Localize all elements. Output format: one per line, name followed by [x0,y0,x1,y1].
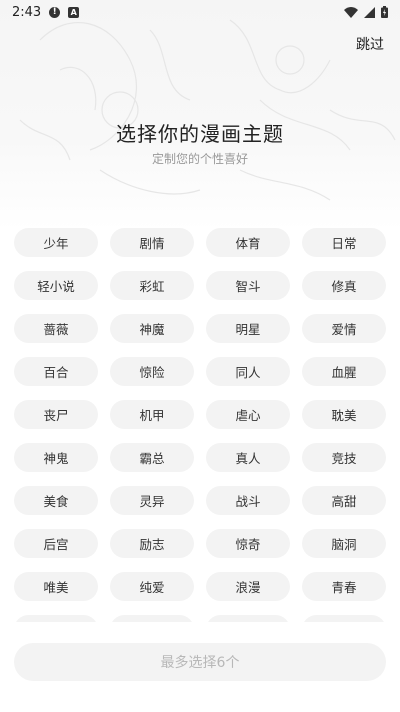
theme-tag[interactable]: 纯爱 [110,572,194,601]
theme-tag[interactable]: 青春 [302,572,386,601]
theme-tag[interactable]: 高甜 [302,486,386,515]
page-subtitle: 定制您的个性喜好 [151,152,248,166]
theme-tag[interactable]: 智斗 [206,271,290,300]
hero-background-illustration [0,0,400,230]
status-bar: 2:43 ! A [0,0,400,24]
alert-circle-icon: ! [49,6,61,18]
theme-tag[interactable]: 浪漫 [206,572,290,601]
theme-tag[interactable]: 丧尸 [14,400,98,429]
page-title: 选择你的漫画主题 [116,122,284,146]
wifi-icon [344,6,358,18]
status-time: 2:43 [12,4,42,20]
theme-tag[interactable]: 惊奇 [206,529,290,558]
theme-tag[interactable]: 励志 [110,529,194,558]
theme-tag[interactable]: 剧情 [110,228,194,257]
theme-tag[interactable]: 轻小说 [14,271,98,300]
theme-tag[interactable]: 战斗 [206,486,290,515]
theme-tag[interactable]: 神魔 [110,314,194,343]
theme-tag[interactable]: 百合 [14,357,98,386]
theme-tag[interactable]: 萌系 [302,615,386,622]
theme-tag[interactable]: 脑洞 [302,529,386,558]
theme-tag[interactable]: 日常 [302,228,386,257]
theme-tag[interactable]: 魔法 [206,615,290,622]
theme-tag[interactable]: 霸总 [110,443,194,472]
battery-icon [381,6,388,18]
confirm-selection-button[interactable]: 最多选择6个 [14,643,386,681]
theme-tag-list[interactable]: 少年 剧情 体育 日常 轻小说 彩虹 智斗 修真 蔷薇 神魔 明星 爱情 百合 … [0,228,400,622]
theme-tag[interactable]: 体育 [206,228,290,257]
theme-tag[interactable]: 后宫 [14,529,98,558]
theme-tag[interactable]: 彩虹 [110,271,194,300]
skip-button[interactable]: 跳过 [356,34,384,54]
theme-tag[interactable]: 明星 [206,314,290,343]
theme-tag[interactable]: 美食 [14,486,98,515]
theme-tag[interactable]: 同人 [206,357,290,386]
theme-tag[interactable]: 真人 [206,443,290,472]
theme-tag[interactable]: 灵异 [110,486,194,515]
a-badge-icon: A [68,6,80,18]
theme-tag[interactable]: 神鬼 [14,443,98,472]
theme-tag-grid: 少年 剧情 体育 日常 轻小说 彩虹 智斗 修真 蔷薇 神魔 明星 爱情 百合 … [0,228,400,622]
theme-tag[interactable]: 少年 [14,228,98,257]
theme-tag[interactable]: 虐心 [206,400,290,429]
signal-icon [364,6,375,18]
theme-tag[interactable]: 耽美 [302,400,386,429]
theme-tag[interactable]: 修真 [302,271,386,300]
theme-tag[interactable]: 竞技 [302,443,386,472]
theme-tag[interactable]: 乐传 [14,615,98,622]
theme-tag[interactable]: 爱情 [302,314,386,343]
theme-tag[interactable]: 机甲 [110,400,194,429]
theme-tag[interactable]: 气化 [110,615,194,622]
theme-tag[interactable]: 血腥 [302,357,386,386]
theme-tag[interactable]: 惊险 [110,357,194,386]
theme-tag[interactable]: 蔷薇 [14,314,98,343]
theme-tag[interactable]: 唯美 [14,572,98,601]
